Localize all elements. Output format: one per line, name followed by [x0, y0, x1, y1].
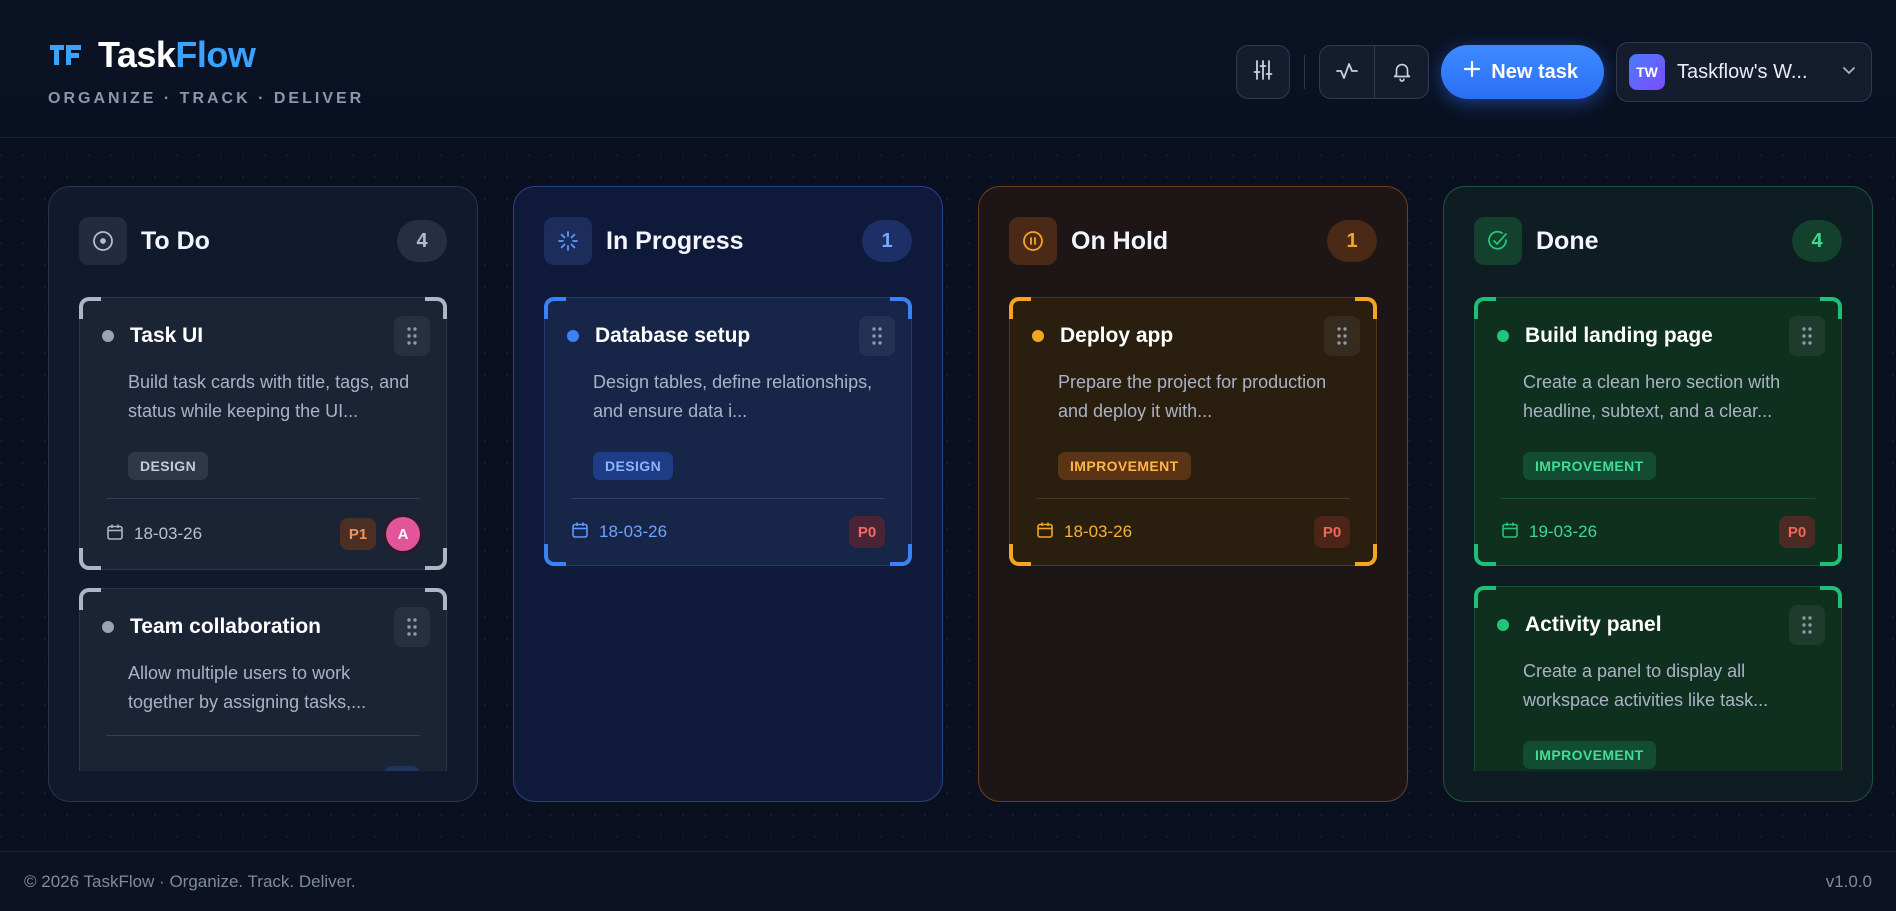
footer-copyright: © 2026 TaskFlow · Organize. Track. Deliv…	[24, 871, 356, 891]
column-in-progress: In Progress 1 Database setup Design tabl…	[513, 186, 943, 802]
column-todo: To Do 4 Task UI Build task cards with ti…	[48, 186, 478, 802]
card-title: Deploy app	[1060, 324, 1174, 347]
calendar-icon	[106, 523, 124, 546]
circle-dot-icon	[79, 217, 127, 265]
status-dot	[102, 330, 114, 342]
card-title: Database setup	[595, 324, 751, 347]
workspace-switcher[interactable]: TW Taskflow's W...	[1616, 42, 1872, 102]
column-count-badge: 4	[1792, 220, 1842, 262]
filters-button[interactable]	[1236, 45, 1291, 99]
app-version: v1.0.0	[1825, 871, 1872, 891]
column-done: Done 4 Build landing page Create a clean…	[1443, 186, 1873, 802]
calendar-icon	[1036, 521, 1054, 544]
column-header: To Do 4	[79, 217, 447, 265]
priority-badge: P2	[384, 766, 420, 771]
workspace-name: Taskflow's W...	[1677, 60, 1808, 83]
card-title: Team collaboration	[130, 615, 321, 638]
card-due-date: 18-03-26	[599, 522, 668, 541]
column-title: On Hold	[1071, 226, 1169, 255]
card-due-date: 18-03-26	[1064, 522, 1133, 541]
column-title: In Progress	[606, 226, 744, 255]
status-dot	[1497, 330, 1509, 342]
column-count-badge: 1	[1327, 220, 1377, 262]
status-dot	[102, 621, 114, 633]
new-task-button[interactable]: New task	[1441, 45, 1604, 99]
drag-handle-icon[interactable]	[1789, 605, 1825, 645]
column-count-badge: 4	[397, 220, 447, 262]
card-tag: IMPROVEMENT	[1523, 452, 1656, 480]
card-title: Task UI	[130, 324, 204, 347]
header-icon-group	[1319, 45, 1430, 99]
priority-badge: P0	[849, 516, 885, 548]
column-header: In Progress 1	[544, 217, 912, 265]
priority-badge: P1	[340, 518, 376, 550]
pause-circle-icon	[1009, 217, 1057, 265]
task-card[interactable]: Task UI Build task cards with title, tag…	[79, 297, 447, 570]
column-header: Done 4	[1474, 217, 1842, 265]
drag-handle-icon[interactable]	[394, 316, 430, 356]
card-description: Allow multiple users to work together by…	[128, 663, 367, 712]
header-divider	[1304, 55, 1306, 89]
calendar-icon	[1501, 521, 1519, 544]
taskflow-logo-icon	[48, 40, 86, 70]
calendar-icon	[571, 521, 589, 544]
status-dot	[567, 330, 579, 342]
column-title: To Do	[141, 226, 210, 255]
card-list: Task UI Build task cards with title, tag…	[79, 297, 447, 771]
drag-handle-icon[interactable]	[394, 607, 430, 647]
status-dot	[1497, 619, 1509, 631]
card-description: Design tables, define relationships, and…	[593, 372, 873, 421]
check-circle-icon	[1474, 217, 1522, 265]
loader-icon	[544, 217, 592, 265]
column-header: On Hold 1	[1009, 217, 1377, 265]
app-tagline: ORGANIZE · TRACK · DELIVER	[48, 90, 365, 107]
drag-handle-icon[interactable]	[859, 316, 895, 356]
brand: TaskFlow ORGANIZE · TRACK · DELIVER	[48, 34, 364, 108]
activity-button[interactable]	[1320, 46, 1374, 98]
drag-handle-icon[interactable]	[1789, 316, 1825, 356]
sliders-icon	[1251, 58, 1275, 87]
task-card[interactable]: Team collaboration Allow multiple users …	[79, 588, 447, 771]
card-due-date: 19-03-26	[1529, 522, 1598, 541]
app-title: TaskFlow	[98, 34, 256, 75]
card-description: Prepare the project for production and d…	[1058, 372, 1327, 421]
priority-badge: P0	[1314, 516, 1350, 548]
card-list: Database setup Design tables, define rel…	[544, 297, 912, 771]
task-card[interactable]: Build landing page Create a clean hero s…	[1474, 297, 1842, 566]
column-on-hold: On Hold 1 Deploy app Prepare the project…	[978, 186, 1408, 802]
card-list: Deploy app Prepare the project for produ…	[1009, 297, 1377, 771]
task-card[interactable]: Deploy app Prepare the project for produ…	[1009, 297, 1377, 566]
card-title: Activity panel	[1525, 613, 1662, 636]
bell-icon	[1391, 60, 1413, 87]
card-tag: IMPROVEMENT	[1523, 741, 1656, 769]
card-list: Build landing page Create a clean hero s…	[1474, 297, 1842, 771]
notifications-button[interactable]	[1374, 46, 1428, 98]
header-actions: New task TW Taskflow's W...	[1236, 42, 1872, 102]
top-bar: TaskFlow ORGANIZE · TRACK · DELIVER New …	[0, 0, 1896, 138]
new-task-label: New task	[1491, 60, 1578, 83]
card-due-date: 18-03-26	[134, 524, 203, 543]
card-tag: DESIGN	[128, 452, 209, 480]
plus-icon	[1463, 60, 1481, 84]
assignee-avatar[interactable]: A	[386, 517, 420, 551]
chevron-down-icon	[1841, 62, 1857, 83]
column-title: Done	[1536, 226, 1599, 255]
activity-icon	[1335, 59, 1359, 88]
card-title: Build landing page	[1525, 324, 1713, 347]
card-tag: IMPROVEMENT	[1058, 452, 1191, 480]
drag-handle-icon[interactable]	[1324, 316, 1360, 356]
card-description: Create a panel to display all workspace …	[1523, 661, 1769, 710]
column-count-badge: 1	[862, 220, 912, 262]
workspace-avatar: TW	[1629, 54, 1665, 90]
task-card[interactable]: Activity panel Create a panel to display…	[1474, 586, 1842, 771]
card-description: Create a clean hero section with headlin…	[1523, 372, 1781, 421]
card-description: Build task cards with title, tags, and s…	[128, 372, 410, 421]
priority-badge: P0	[1779, 516, 1815, 548]
page-footer: © 2026 TaskFlow · Organize. Track. Deliv…	[0, 851, 1896, 911]
status-dot	[1032, 330, 1044, 342]
card-tag: DESIGN	[593, 452, 674, 480]
task-card[interactable]: Database setup Design tables, define rel…	[544, 297, 912, 566]
